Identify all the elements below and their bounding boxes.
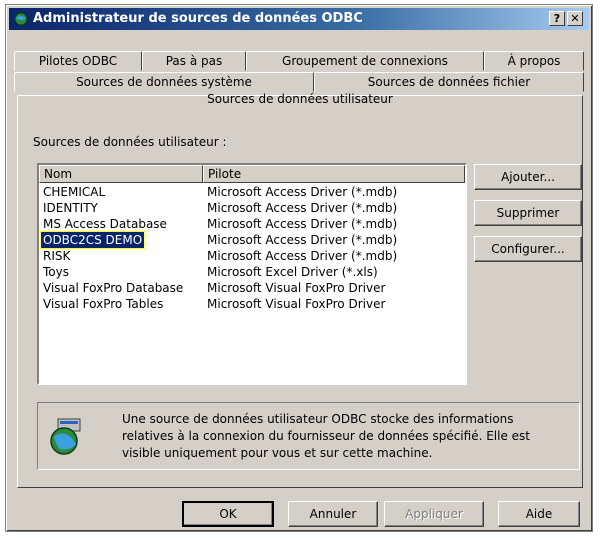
apply-button[interactable]: Appliquer <box>384 501 484 527</box>
window-title: Administrateur de sources de données ODB… <box>33 11 363 26</box>
tab-pas-a-pas[interactable]: Pas à pas <box>142 51 246 71</box>
datasource-name: Visual FoxPro Database <box>43 281 184 295</box>
datasource-driver: Microsoft Access Driver (*.mdb) <box>207 249 398 263</box>
datasource-driver: Microsoft Excel Driver (*.xls) <box>207 265 378 279</box>
datasource-name: MS Access Database <box>43 217 167 231</box>
list-item[interactable]: Toys Microsoft Excel Driver (*.xls) <box>39 264 465 280</box>
close-button[interactable]: ✕ <box>567 11 583 26</box>
list-header: Nom Pilote <box>39 165 465 183</box>
tab-groupement-connexions[interactable]: Groupement de connexions <box>246 51 484 71</box>
datasource-name: Visual FoxPro Tables <box>43 297 164 311</box>
datasource-name: RISK <box>43 249 71 263</box>
datasource-name: IDENTITY <box>43 201 98 215</box>
datasource-driver: Microsoft Access Driver (*.mdb) <box>207 185 398 199</box>
datasource-name: ODBC2CS DEMO <box>39 231 146 249</box>
remove-button[interactable]: Supprimer <box>474 200 582 226</box>
list-item[interactable]: IDENTITY Microsoft Access Driver (*.mdb) <box>39 200 465 216</box>
datasource-name: CHEMICAL <box>43 185 106 199</box>
datasource-driver: Microsoft Visual FoxPro Driver <box>207 297 386 311</box>
datasource-driver: Microsoft Access Driver (*.mdb) <box>207 217 398 231</box>
list-item[interactable]: Visual FoxPro Database Microsoft Visual … <box>39 280 465 296</box>
datasource-driver: Microsoft Access Driver (*.mdb) <box>207 201 398 215</box>
title-bar[interactable]: Administrateur de sources de données ODB… <box>9 8 589 30</box>
add-button[interactable]: Ajouter... <box>474 164 582 190</box>
list-item[interactable]: MS Access Database Microsoft Access Driv… <box>39 216 465 232</box>
list-item[interactable]: Visual FoxPro Tables Microsoft Visual Fo… <box>39 296 465 312</box>
section-label: Sources de données utilisateur : <box>33 135 227 149</box>
odbc-admin-icon <box>14 12 28 26</box>
list-item-selected[interactable]: ODBC2CS DEMO Microsoft Access Driver (*.… <box>39 231 465 249</box>
tab-sources-fichier[interactable]: Sources de données fichier <box>314 72 584 92</box>
ok-button[interactable]: OK <box>182 501 274 527</box>
datasource-name: Toys <box>43 265 69 279</box>
info-box: Une source de données utilisateur ODBC s… <box>37 402 580 470</box>
tab-sources-systeme[interactable]: Sources de données système <box>14 72 314 92</box>
datasource-driver: Microsoft Visual FoxPro Driver <box>207 281 386 295</box>
help-button[interactable]: Aide <box>498 501 580 527</box>
configure-button[interactable]: Configurer... <box>474 236 582 262</box>
cancel-button[interactable]: Annuler <box>288 501 378 527</box>
tab-sources-utilisateur[interactable]: Sources de données utilisateur <box>0 92 600 106</box>
globe-datasource-icon <box>50 418 81 455</box>
column-header-driver[interactable]: Pilote <box>203 165 465 183</box>
tab-pilotes-odbc[interactable]: Pilotes ODBC <box>14 51 142 71</box>
datasource-driver: Microsoft Access Driver (*.mdb) <box>207 233 398 247</box>
tab-a-propos[interactable]: À propos <box>484 51 584 71</box>
datasource-list[interactable]: Nom Pilote CHEMICAL Microsoft Access Dri… <box>37 163 467 385</box>
column-header-name[interactable]: Nom <box>39 165 203 183</box>
list-item[interactable]: RISK Microsoft Access Driver (*.mdb) <box>39 248 465 264</box>
help-title-button[interactable]: ? <box>549 11 565 26</box>
info-text: Une source de données utilisateur ODBC s… <box>122 412 530 460</box>
list-item[interactable]: CHEMICAL Microsoft Access Driver (*.mdb) <box>39 184 465 200</box>
